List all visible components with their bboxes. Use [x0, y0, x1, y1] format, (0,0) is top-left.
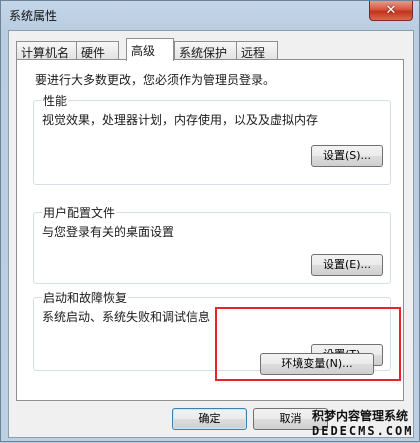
tab-remote[interactable]: 远程	[236, 41, 278, 60]
highlight-box	[215, 307, 401, 381]
title-bar[interactable]: 系统属性 ✕	[1, 1, 419, 29]
tab-advanced[interactable]: 高级	[126, 38, 174, 61]
performance-settings-button[interactable]: 设置(S)...	[311, 145, 383, 167]
performance-group: 性能 视觉效果，处理器计划，内存使用，以及及虚拟内存 设置(S)...	[33, 92, 391, 185]
user-profiles-title: 用户配置文件	[42, 204, 117, 221]
admin-note: 要进行大多数更改，您必须作为管理员登录。	[35, 73, 276, 87]
watermark-line-1: 积梦内容管理系统	[312, 409, 409, 423]
performance-description: 视觉效果，处理器计划，内存使用，以及及虚拟内存	[42, 113, 319, 127]
ok-button[interactable]: 确定	[172, 408, 247, 430]
user-profiles-settings-button[interactable]: 设置(E)...	[311, 254, 383, 276]
watermark-logo: 积梦内容管理系统 DEDECMS.COM	[312, 406, 420, 443]
close-button[interactable]: ✕	[369, 1, 413, 21]
watermark-line-2: DEDECMS.COM	[312, 424, 414, 438]
system-properties-window: 系统属性 ✕ 计算机名 硬件 高级 系统保护 远程 要进行大多数更改，您必须作为…	[0, 0, 420, 442]
performance-title: 性能	[42, 92, 69, 109]
startup-recovery-description: 系统启动、系统失败和调试信息	[42, 310, 211, 324]
startup-recovery-title: 启动和故障恢复	[42, 289, 129, 306]
user-profiles-description: 与您登录有关的桌面设置	[42, 225, 175, 239]
user-profiles-group: 用户配置文件 与您登录有关的桌面设置 设置(E)...	[33, 204, 391, 284]
window-title: 系统属性	[9, 9, 58, 23]
tab-system-protection[interactable]: 系统保护	[174, 41, 237, 60]
tab-computer-name[interactable]: 计算机名	[16, 41, 77, 60]
tab-hardware[interactable]: 硬件	[76, 41, 119, 60]
close-icon: ✕	[385, 3, 397, 18]
